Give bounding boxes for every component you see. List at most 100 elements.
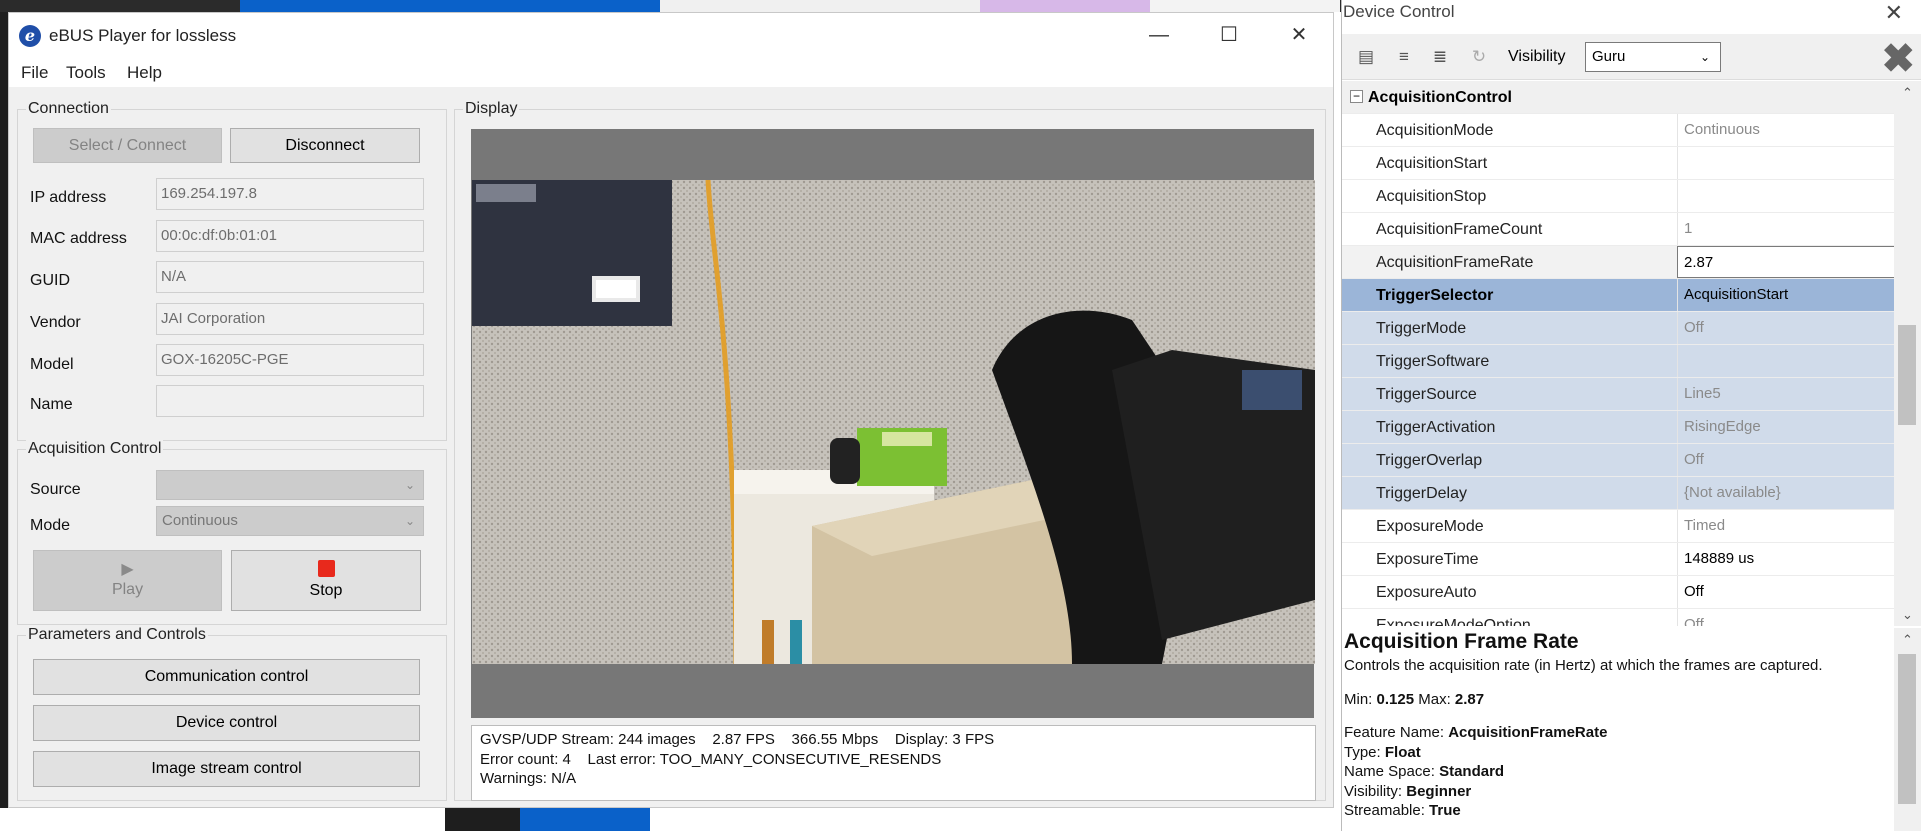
menu-tools[interactable]: Tools: [66, 63, 106, 83]
refresh-icon[interactable]: ↻: [1467, 46, 1491, 68]
feature-value[interactable]: Off: [1677, 576, 1895, 608]
feature-name: AcquisitionFrameRate: [1376, 254, 1534, 271]
grid-scrollbar[interactable]: ⌃ ⌄: [1894, 81, 1921, 626]
disconnect-button[interactable]: Disconnect: [230, 128, 420, 163]
title-bar[interactable]: e eBUS Player for lossless — ☐ ✕: [9, 13, 1333, 57]
feature-value[interactable]: [1677, 180, 1895, 212]
source-dropdown[interactable]: ⌄: [156, 470, 424, 500]
collapse-toggle-icon[interactable]: −: [1350, 90, 1363, 103]
model-field[interactable]: GOX-16205C-PGE: [156, 344, 424, 376]
ip-address-label: IP address: [30, 189, 107, 206]
stop-icon: [317, 560, 335, 577]
feature-row-acquisition-start[interactable]: AcquisitionStart: [1342, 147, 1895, 180]
feature-value[interactable]: [1677, 147, 1895, 179]
display-group-title: Display: [463, 100, 520, 118]
image-stream-control-button[interactable]: Image stream control: [33, 751, 420, 787]
save-icon[interactable]: ▤: [1354, 46, 1378, 68]
mac-address-field[interactable]: 00:0c:df:0b:01:01: [156, 220, 424, 252]
device-control-button[interactable]: Device control: [33, 705, 420, 741]
device-control-window: Device Control ✕ ▤ ≡ ≣ ↻ Visibility Guru…: [1341, 0, 1921, 831]
help-scrollbar-thumb[interactable]: [1898, 654, 1916, 804]
feature-value[interactable]: Off: [1677, 444, 1895, 476]
feature-grid: − AcquisitionControl AcquisitionMode Con…: [1342, 81, 1895, 626]
feature-row-trigger-mode[interactable]: TriggerMode Off: [1342, 312, 1895, 345]
feature-row-exposure-time[interactable]: ExposureTime 148889 us: [1342, 543, 1895, 576]
help-prop: Name Space: Standard: [1344, 762, 1893, 782]
communication-control-button[interactable]: Communication control: [33, 659, 420, 695]
app-logo-icon: e: [19, 25, 41, 47]
feature-row-acquisition-stop[interactable]: AcquisitionStop: [1342, 180, 1895, 213]
feature-name: TriggerSoftware: [1376, 353, 1490, 370]
feature-value[interactable]: [1677, 345, 1895, 377]
feature-name: TriggerOverlap: [1376, 452, 1483, 469]
feature-row-trigger-overlap[interactable]: TriggerOverlap Off: [1342, 444, 1895, 477]
name-label: Name: [30, 396, 73, 413]
menu-file[interactable]: File: [21, 63, 48, 83]
scroll-up-icon[interactable]: ⌃: [1894, 632, 1921, 648]
feature-value[interactable]: Off: [1677, 609, 1895, 626]
guid-field[interactable]: N/A: [156, 261, 424, 293]
name-field[interactable]: [156, 385, 424, 417]
menu-bar: File Tools Help: [9, 57, 1333, 87]
feature-name: TriggerSelector: [1376, 287, 1494, 304]
collapse-all-icon[interactable]: ≣: [1428, 46, 1452, 68]
feature-name: TriggerDelay: [1376, 485, 1467, 502]
feature-value[interactable]: Line5: [1677, 378, 1895, 410]
feature-value[interactable]: 1: [1677, 213, 1895, 245]
feature-row-trigger-selector[interactable]: TriggerSelector AcquisitionStart: [1342, 279, 1895, 312]
help-prop-value: True: [1429, 802, 1461, 819]
chevron-down-icon: ⌄: [404, 514, 415, 528]
feature-row-acquisition-frame-rate[interactable]: AcquisitionFrameRate 2.87: [1342, 246, 1895, 279]
help-prop: Type: Float: [1344, 743, 1893, 763]
feature-value[interactable]: 148889 us: [1677, 543, 1895, 575]
help-prop: Feature Name: AcquisitionFrameRate: [1344, 723, 1893, 743]
feature-row-trigger-activation[interactable]: TriggerActivation RisingEdge: [1342, 411, 1895, 444]
feature-value[interactable]: AcquisitionStart: [1677, 279, 1895, 311]
visibility-dropdown[interactable]: Guru ⌄: [1585, 42, 1721, 72]
help-scrollbar[interactable]: ⌃: [1894, 628, 1921, 831]
help-prop-key: Streamable:: [1344, 802, 1425, 819]
background-window-strip: [240, 0, 660, 12]
grid-scrollbar-thumb[interactable]: [1898, 325, 1916, 425]
close-button[interactable]: ✕: [1279, 21, 1319, 49]
mode-dropdown[interactable]: Continuous ⌄: [156, 506, 424, 536]
vendor-field[interactable]: JAI Corporation: [156, 303, 424, 335]
feature-value-editor[interactable]: 2.87: [1677, 246, 1895, 278]
device-control-close-button[interactable]: ✕: [1885, 0, 1903, 26]
minimize-button[interactable]: —: [1139, 21, 1179, 49]
camera-image[interactable]: [472, 180, 1315, 664]
feature-value[interactable]: Timed: [1677, 510, 1895, 542]
feature-row-exposure-mode[interactable]: ExposureMode Timed: [1342, 510, 1895, 543]
feature-row-acquisition-mode[interactable]: AcquisitionMode Continuous: [1342, 114, 1895, 147]
menu-help[interactable]: Help: [127, 63, 162, 83]
select-connect-button[interactable]: Select / Connect: [33, 128, 222, 163]
acquisition-control-title: Acquisition Control: [26, 440, 164, 458]
stop-button[interactable]: Stop: [231, 550, 421, 611]
feature-row-trigger-source[interactable]: TriggerSource Line5: [1342, 378, 1895, 411]
play-button[interactable]: ▶ Play: [33, 550, 222, 611]
feature-row-trigger-delay[interactable]: TriggerDelay {Not available}: [1342, 477, 1895, 510]
max-label: Max:: [1418, 690, 1451, 708]
feature-value[interactable]: RisingEdge: [1677, 411, 1895, 443]
background-window-strip: [520, 808, 650, 831]
stream-stats-line: GVSP/UDP Stream: 244 images 2.87 FPS 366…: [480, 731, 995, 748]
feature-value[interactable]: Continuous: [1677, 114, 1895, 146]
scroll-up-icon[interactable]: ⌃: [1894, 85, 1921, 101]
category-row[interactable]: − AcquisitionControl: [1342, 81, 1895, 114]
feature-row-trigger-software[interactable]: TriggerSoftware: [1342, 345, 1895, 378]
scroll-down-icon[interactable]: ⌄: [1894, 607, 1921, 623]
device-control-toolbar: ▤ ≡ ≣ ↻ Visibility Guru ⌄ ✖: [1342, 34, 1921, 82]
feature-value[interactable]: {Not available}: [1677, 477, 1895, 509]
feature-row-exposure-auto[interactable]: ExposureAuto Off: [1342, 576, 1895, 609]
feature-value[interactable]: Off: [1677, 312, 1895, 344]
camera-scene: [472, 180, 1315, 664]
help-range: Min: 0.125 Max: 2.87: [1344, 690, 1893, 710]
window-title: eBUS Player for lossless: [49, 26, 237, 45]
ip-address-field[interactable]: 169.254.197.8: [156, 178, 424, 210]
expand-all-icon[interactable]: ≡: [1392, 46, 1416, 68]
maximize-button[interactable]: ☐: [1209, 21, 1249, 49]
close-x-icon[interactable]: ✖: [1881, 36, 1915, 82]
feature-row-acquisition-frame-count[interactable]: AcquisitionFrameCount 1: [1342, 213, 1895, 246]
background-window-strip: [0, 12, 8, 808]
feature-row-exposure-mode-option[interactable]: ExposureModeOption Off: [1342, 609, 1895, 626]
